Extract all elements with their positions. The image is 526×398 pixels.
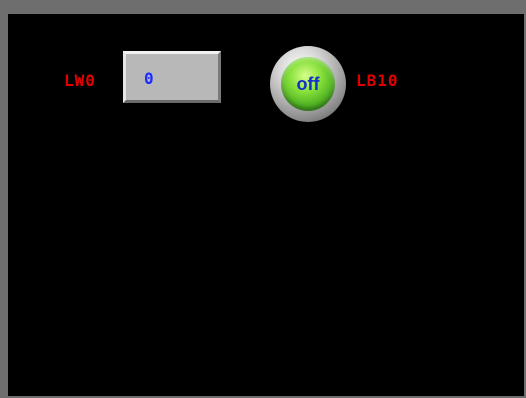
- hmi-frame: LW0 0 off LB10: [0, 0, 526, 398]
- lamp-state-label: off: [296, 74, 320, 94]
- word-address-label: LW0: [64, 71, 96, 90]
- lamp-indicator: off: [281, 57, 335, 111]
- numeric-value: 0: [144, 69, 154, 88]
- bit-lamp-button[interactable]: off: [270, 46, 346, 122]
- numeric-display-lw0[interactable]: 0: [123, 51, 221, 103]
- bit-address-label: LB10: [356, 71, 399, 90]
- hmi-screen: LW0 0 off LB10: [8, 14, 524, 396]
